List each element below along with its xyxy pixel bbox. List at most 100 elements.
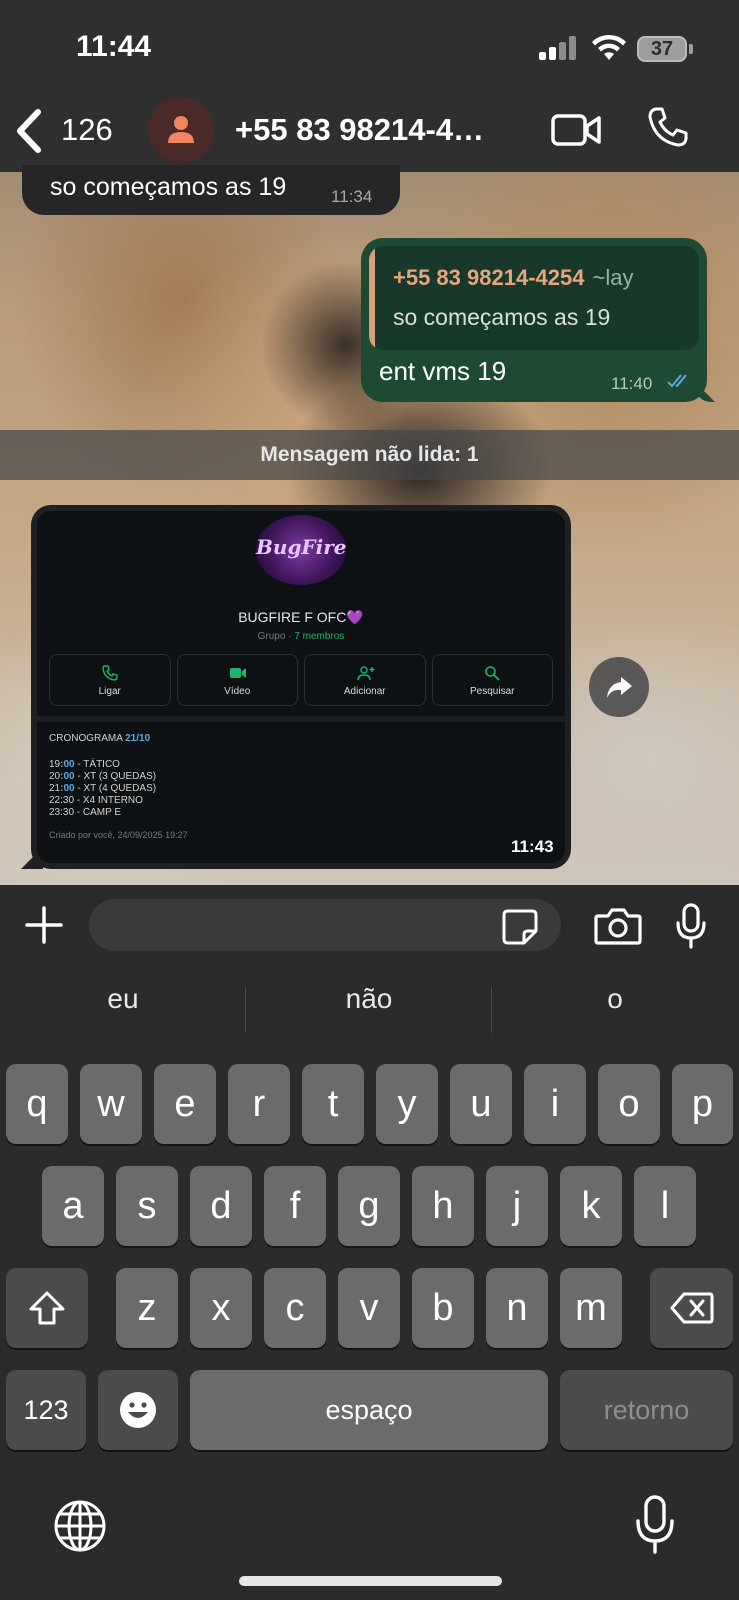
key-x[interactable]: x [190, 1268, 252, 1348]
key-y[interactable]: y [376, 1064, 438, 1144]
globe-icon[interactable] [53, 1499, 107, 1553]
key-j[interactable]: j [486, 1166, 548, 1246]
header-bar: 11:44 37 126 +55 83 98214-4… [0, 0, 739, 172]
key-r[interactable]: r [228, 1064, 290, 1144]
image-message[interactable]: BugFire BUGFIRE F OFC💜 Grupo · 7 membros… [31, 505, 571, 869]
dictation-mic-icon[interactable] [635, 1495, 675, 1555]
key-w[interactable]: w [80, 1064, 142, 1144]
camera-icon[interactable] [594, 907, 642, 945]
unread-banner: Mensagem não lida: 1 [0, 430, 739, 480]
schedule-line: 23:30 - CAMP E [49, 807, 122, 818]
key-q[interactable]: q [6, 1064, 68, 1144]
video-icon [230, 668, 247, 678]
quote-text: so começamos as 19 [393, 304, 611, 330]
schedule-line: 19:00 - TÁTICO [49, 759, 120, 770]
contact-name[interactable]: +55 83 98214-4… [235, 112, 484, 148]
emoji-icon [120, 1392, 156, 1428]
contact-avatar[interactable] [148, 97, 214, 163]
home-indicator[interactable] [239, 1576, 502, 1586]
message-time: 11:34 [331, 187, 373, 206]
quote-bar [369, 246, 375, 350]
plus-icon[interactable] [24, 905, 64, 945]
add-person-icon [357, 666, 375, 681]
person-icon [168, 116, 194, 143]
key-a[interactable]: a [42, 1166, 104, 1246]
key-k[interactable]: k [560, 1166, 622, 1246]
schedule-text: CRONOGRAMA 21/10 19:00 - TÁTICO 20:00 - … [49, 733, 188, 841]
status-time: 11:44 [76, 30, 152, 63]
phone-call-icon[interactable] [647, 106, 689, 148]
quote-author-tag: ~lay [592, 265, 634, 290]
phone-icon [102, 665, 118, 681]
key-f[interactable]: f [264, 1166, 326, 1246]
message-text: so começamos as 19 [50, 173, 287, 201]
schedule-created: Criado por você, 24/09/2025 19:27 [49, 830, 188, 840]
back-chevron-icon[interactable] [14, 108, 44, 154]
suggestion-item[interactable]: eu [0, 983, 246, 1015]
wifi-icon [592, 34, 626, 60]
group-members: 7 membros [294, 631, 345, 642]
suggestion-bar: eu não o [0, 965, 739, 1035]
screenshot-image[interactable]: BugFire BUGFIRE F OFC💜 Grupo · 7 membros… [37, 511, 565, 863]
read-ticks-icon [667, 374, 687, 388]
emoji-key[interactable] [98, 1370, 178, 1450]
key-l[interactable]: l [634, 1166, 696, 1246]
shift-key[interactable] [6, 1268, 88, 1348]
action-search: Pesquisar [431, 654, 553, 706]
incoming-message[interactable]: so começamos as 19 11:34 [22, 165, 400, 215]
key-z[interactable]: z [116, 1268, 178, 1348]
key-b[interactable]: b [412, 1268, 474, 1348]
battery-indicator: 37 [637, 36, 687, 62]
message-input[interactable] [89, 899, 561, 951]
key-p[interactable]: p [672, 1064, 733, 1144]
message-text: ent vms 19 [379, 356, 507, 386]
backspace-icon [670, 1292, 713, 1324]
back-unread-count[interactable]: 126 [61, 112, 113, 148]
key-t[interactable]: t [302, 1064, 364, 1144]
return-key[interactable]: retorno [560, 1370, 733, 1450]
battery-level: 37 [650, 38, 674, 60]
key-n[interactable]: n [486, 1268, 548, 1348]
suggestion-item[interactable]: o [492, 983, 738, 1015]
delete-key[interactable] [650, 1268, 733, 1348]
shift-icon [29, 1291, 65, 1325]
forward-button[interactable] [589, 657, 649, 717]
key-g[interactable]: g [338, 1166, 400, 1246]
schedule-title: CRONOGRAMA 21/10 [49, 733, 151, 744]
quote-author: +55 83 98214-4254 ~lay [393, 265, 634, 290]
group-subtitle: Grupo · 7 membros [257, 631, 345, 642]
action-call: Ligar [49, 654, 171, 706]
cellular-signal-icon [539, 36, 577, 60]
battery-tip [689, 44, 693, 54]
group-avatar: BugFire [256, 515, 347, 585]
quoted-message[interactable]: +55 83 98214-4254 ~lay so começamos as 19 [369, 246, 699, 350]
sticker-icon[interactable] [502, 909, 538, 945]
key-u[interactable]: u [450, 1064, 512, 1144]
key-s[interactable]: s [116, 1166, 178, 1246]
key-d[interactable]: d [190, 1166, 252, 1246]
key-o[interactable]: o [598, 1064, 660, 1144]
video-call-icon[interactable] [551, 110, 601, 150]
keyboard: eu não o q w e r t y u i o p a s d f g h… [0, 965, 739, 1600]
key-e[interactable]: e [154, 1064, 216, 1144]
schedule-line: 20:00 - XT (3 QUEDAS) [49, 771, 157, 782]
numbers-key[interactable]: 123 [6, 1370, 86, 1450]
suggestion-item[interactable]: não [246, 983, 492, 1015]
forward-icon [607, 677, 632, 698]
key-v[interactable]: v [338, 1268, 400, 1348]
key-c[interactable]: c [264, 1268, 326, 1348]
key-m[interactable]: m [560, 1268, 622, 1348]
action-video: Vídeo [176, 654, 298, 706]
message-time: 11:43 [511, 837, 554, 856]
search-icon [485, 666, 500, 681]
key-i[interactable]: i [524, 1064, 586, 1144]
key-h[interactable]: h [412, 1166, 474, 1246]
schedule-line: 22:30 - X4 INTERNO [49, 795, 143, 806]
space-key[interactable]: espaço [190, 1370, 548, 1450]
schedule-line: 21:00 - XT (4 QUEDAS) [49, 783, 157, 794]
outgoing-message[interactable]: +55 83 98214-4254 ~lay so começamos as 19… [361, 238, 707, 402]
message-time: 11:40 [611, 374, 653, 393]
microphone-icon[interactable] [676, 903, 706, 949]
group-name: BUGFIRE F OFC💜 [238, 609, 364, 625]
message-input-bar [0, 885, 739, 965]
